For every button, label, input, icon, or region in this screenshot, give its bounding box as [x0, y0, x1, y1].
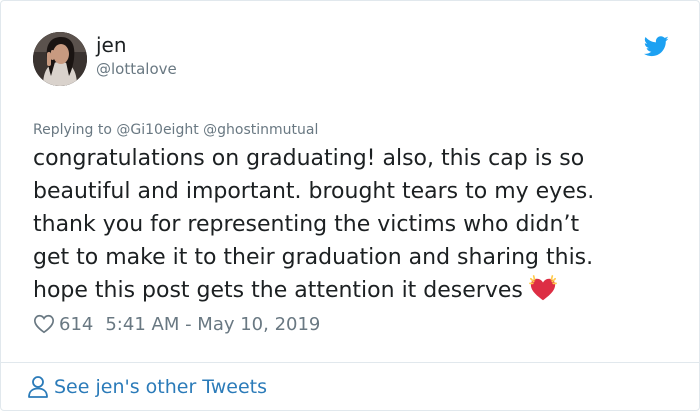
- sparkling-heart-emoji-icon: [528, 275, 557, 301]
- like-count[interactable]: 614: [59, 314, 93, 335]
- see-other-tweets-link[interactable]: See jen's other Tweets: [27, 373, 267, 401]
- tweet-text-line: hope this post gets the attention it des…: [33, 278, 523, 303]
- mention-link[interactable]: @ghostinmutual: [203, 122, 318, 138]
- tweet-text-last-line: hope this post gets the attention it des…: [33, 274, 683, 307]
- avatar[interactable]: [33, 32, 87, 86]
- tweet-text: congratulations on graduating! also, thi…: [33, 142, 683, 307]
- tweet-text-line: congratulations on graduating! also, thi…: [33, 146, 585, 171]
- author-display-name[interactable]: jen: [96, 33, 127, 57]
- tweet-timestamp[interactable]: 5:41 AM - May 10, 2019: [105, 314, 320, 335]
- see-other-tweets-label: See jen's other Tweets: [54, 376, 268, 398]
- tweet-text-line: thank you for representing the victims w…: [33, 212, 580, 237]
- footer-divider: [1, 362, 699, 363]
- mention-link[interactable]: @Gi10eight: [116, 122, 198, 138]
- reply-prefix: Replying to: [33, 122, 112, 138]
- tweet-header: jen @lottalove: [33, 32, 669, 88]
- author-handle[interactable]: @lottalove: [96, 59, 177, 79]
- tweet-text-line: get to make it to their graduation and s…: [33, 245, 594, 270]
- heart-outline-icon[interactable]: [33, 313, 55, 335]
- tweet-meta: 614 5:41 AM - May 10, 2019: [33, 311, 320, 337]
- twitter-bird-icon[interactable]: [644, 36, 669, 57]
- person-icon: [28, 376, 48, 398]
- tweet-text-line: beautiful and important. brought tears t…: [33, 179, 595, 204]
- embedded-tweet-card: jen @lottalove Replying to @Gi10eight @g…: [0, 0, 700, 411]
- reply-context: Replying to @Gi10eight @ghostinmutual: [33, 120, 318, 140]
